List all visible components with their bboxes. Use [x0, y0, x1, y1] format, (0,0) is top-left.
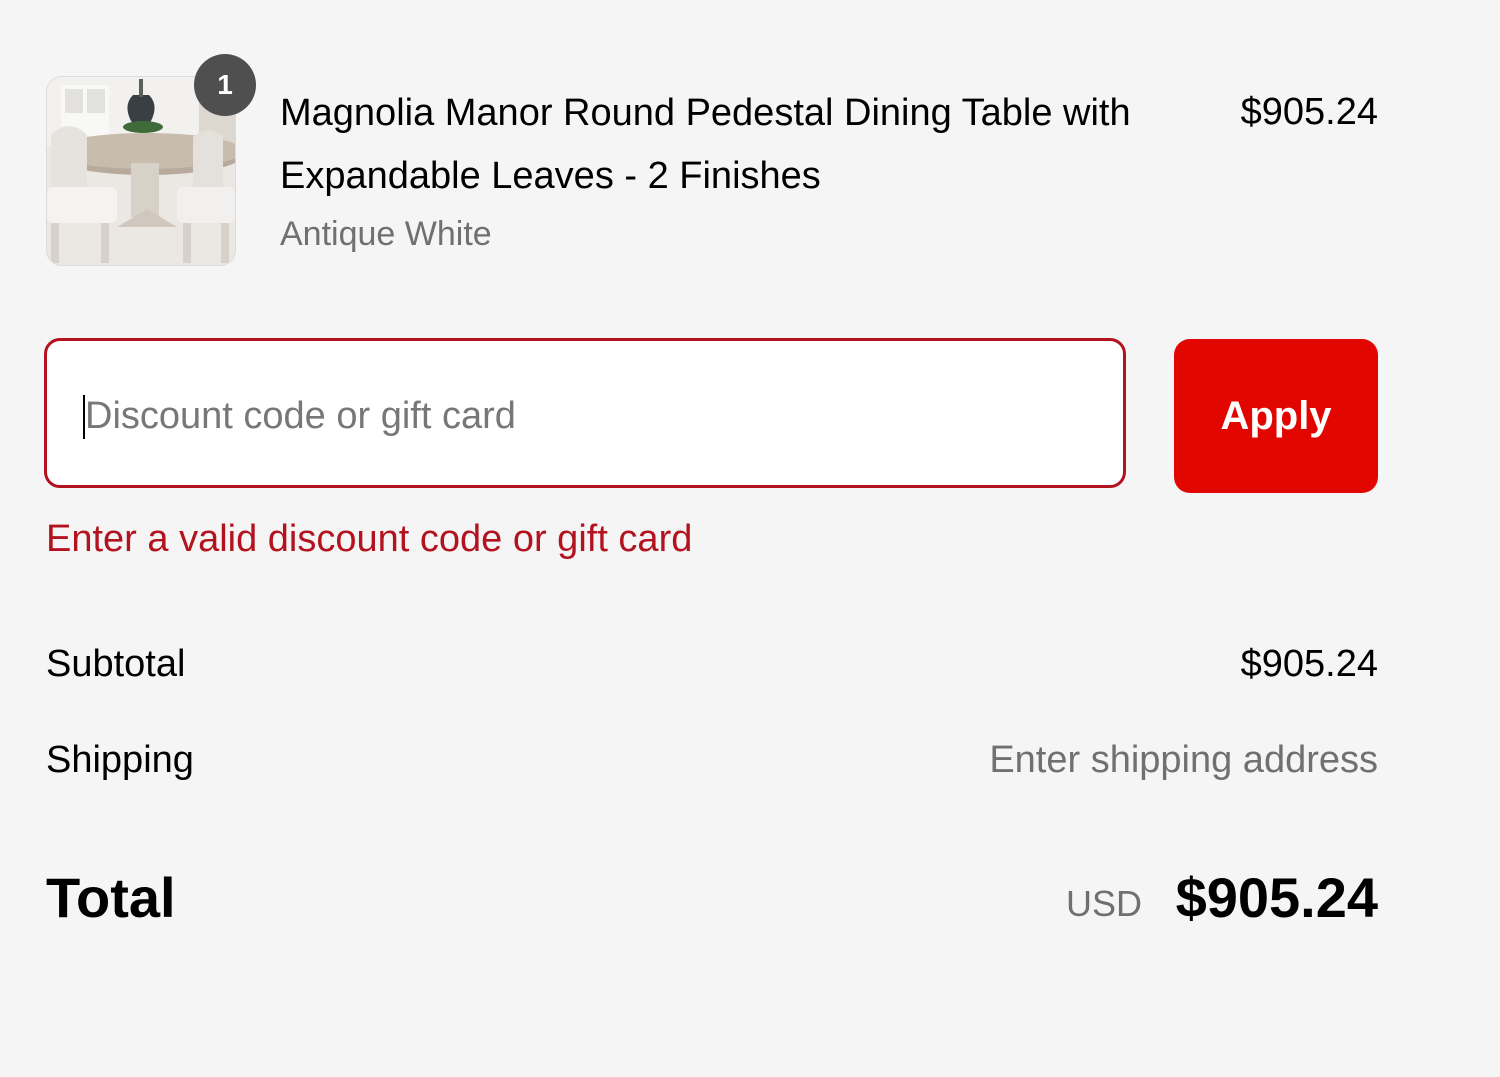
cart-line-item: 1 Magnolia Manor Round Pedestal Dining T… — [46, 54, 1378, 272]
apply-discount-button[interactable]: Apply — [1174, 339, 1378, 493]
shipping-row: Shipping Enter shipping address — [46, 732, 1378, 788]
order-summary: 1 Magnolia Manor Round Pedestal Dining T… — [0, 0, 1500, 1077]
product-variant: Antique White — [280, 215, 492, 253]
discount-code-placeholder: Discount code or gift card — [85, 395, 516, 437]
subtotal-value: $905.24 — [1240, 643, 1378, 685]
total-label: Total — [46, 866, 176, 929]
shipping-value: Enter shipping address — [989, 739, 1378, 781]
subtotal-label: Subtotal — [46, 643, 186, 685]
shipping-label: Shipping — [46, 739, 194, 781]
total-amount: $905.24 — [1175, 866, 1378, 929]
product-title: Magnolia Manor Round Pedestal Dining Tab… — [280, 92, 1131, 197]
product-price: $905.24 — [1240, 91, 1378, 133]
quantity-badge: 1 — [194, 54, 256, 116]
discount-code-field[interactable]: Discount code or gift card — [44, 338, 1126, 488]
total-row: Total USD $905.24 — [46, 862, 1378, 934]
subtotal-row: Subtotal $905.24 — [46, 636, 1378, 692]
currency-code: USD — [1065, 883, 1142, 924]
discount-error-message: Enter a valid discount code or gift card — [46, 518, 693, 560]
product-thumbnail-wrapper: 1 — [46, 54, 256, 266]
